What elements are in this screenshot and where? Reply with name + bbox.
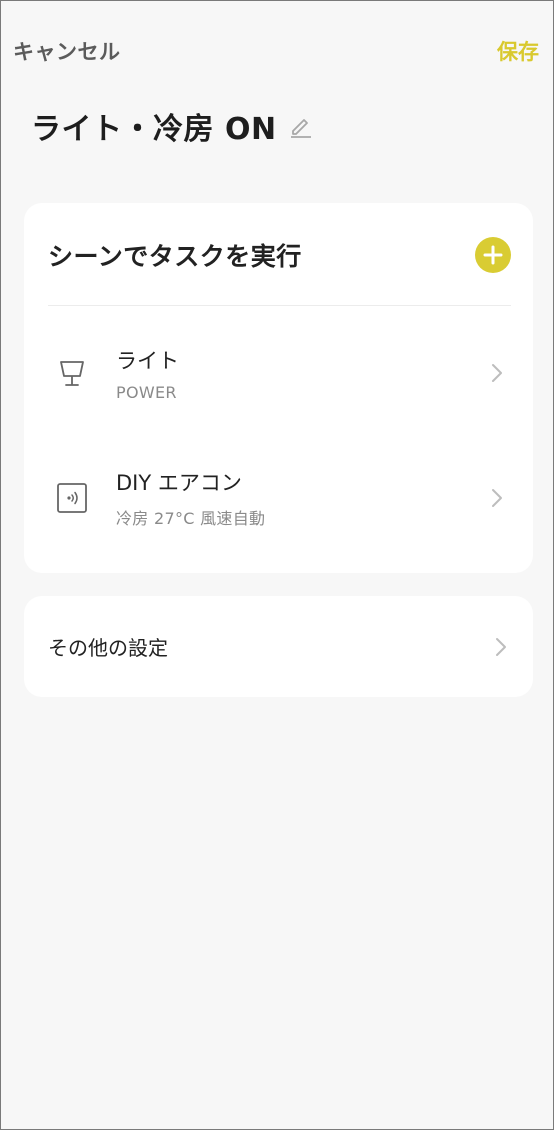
chevron-right-icon bbox=[487, 488, 507, 508]
chevron-right-icon bbox=[495, 637, 507, 657]
app-screen: キャンセル 保存 ライト・冷房 ON シーンでタスクを実行 ライト POWER … bbox=[0, 0, 554, 1130]
top-bar: キャンセル 保存 bbox=[13, 31, 539, 71]
add-task-button[interactable] bbox=[475, 237, 511, 273]
card-divider bbox=[48, 305, 511, 306]
task-text: DIY エアコン 冷房 27°C 風速自動 bbox=[116, 467, 487, 529]
other-settings-label: その他の設定 bbox=[48, 636, 168, 660]
tasks-card: シーンでタスクを実行 ライト POWER DIY エアコン 冷房 27°C 風速… bbox=[24, 203, 533, 573]
task-name: ライト bbox=[116, 348, 179, 373]
cancel-button[interactable]: キャンセル bbox=[13, 36, 121, 66]
task-detail: 冷房 27°C 風速自動 bbox=[116, 509, 266, 528]
scene-title: ライト・冷房 ON bbox=[31, 112, 277, 147]
ir-remote-icon bbox=[52, 478, 92, 518]
tasks-card-header: シーンでタスクを実行 bbox=[48, 233, 511, 277]
other-settings-row: その他の設定 bbox=[48, 596, 507, 697]
task-name: DIY エアコン bbox=[116, 471, 242, 495]
lamp-icon bbox=[52, 353, 92, 393]
plus-icon bbox=[483, 245, 503, 265]
tasks-card-title: シーンでタスクを実行 bbox=[48, 242, 302, 271]
task-detail: POWER bbox=[116, 382, 177, 402]
other-settings-card[interactable]: その他の設定 bbox=[24, 596, 533, 697]
task-text: ライト POWER bbox=[116, 345, 487, 402]
scene-title-row: ライト・冷房 ON bbox=[31, 101, 315, 151]
task-row-aircon[interactable]: DIY エアコン 冷房 27°C 風速自動 bbox=[24, 448, 533, 548]
chevron-right-icon bbox=[487, 363, 507, 383]
save-button[interactable]: 保存 bbox=[497, 36, 539, 66]
task-row-light[interactable]: ライト POWER bbox=[24, 323, 533, 423]
edit-pencil-icon[interactable] bbox=[289, 113, 315, 139]
